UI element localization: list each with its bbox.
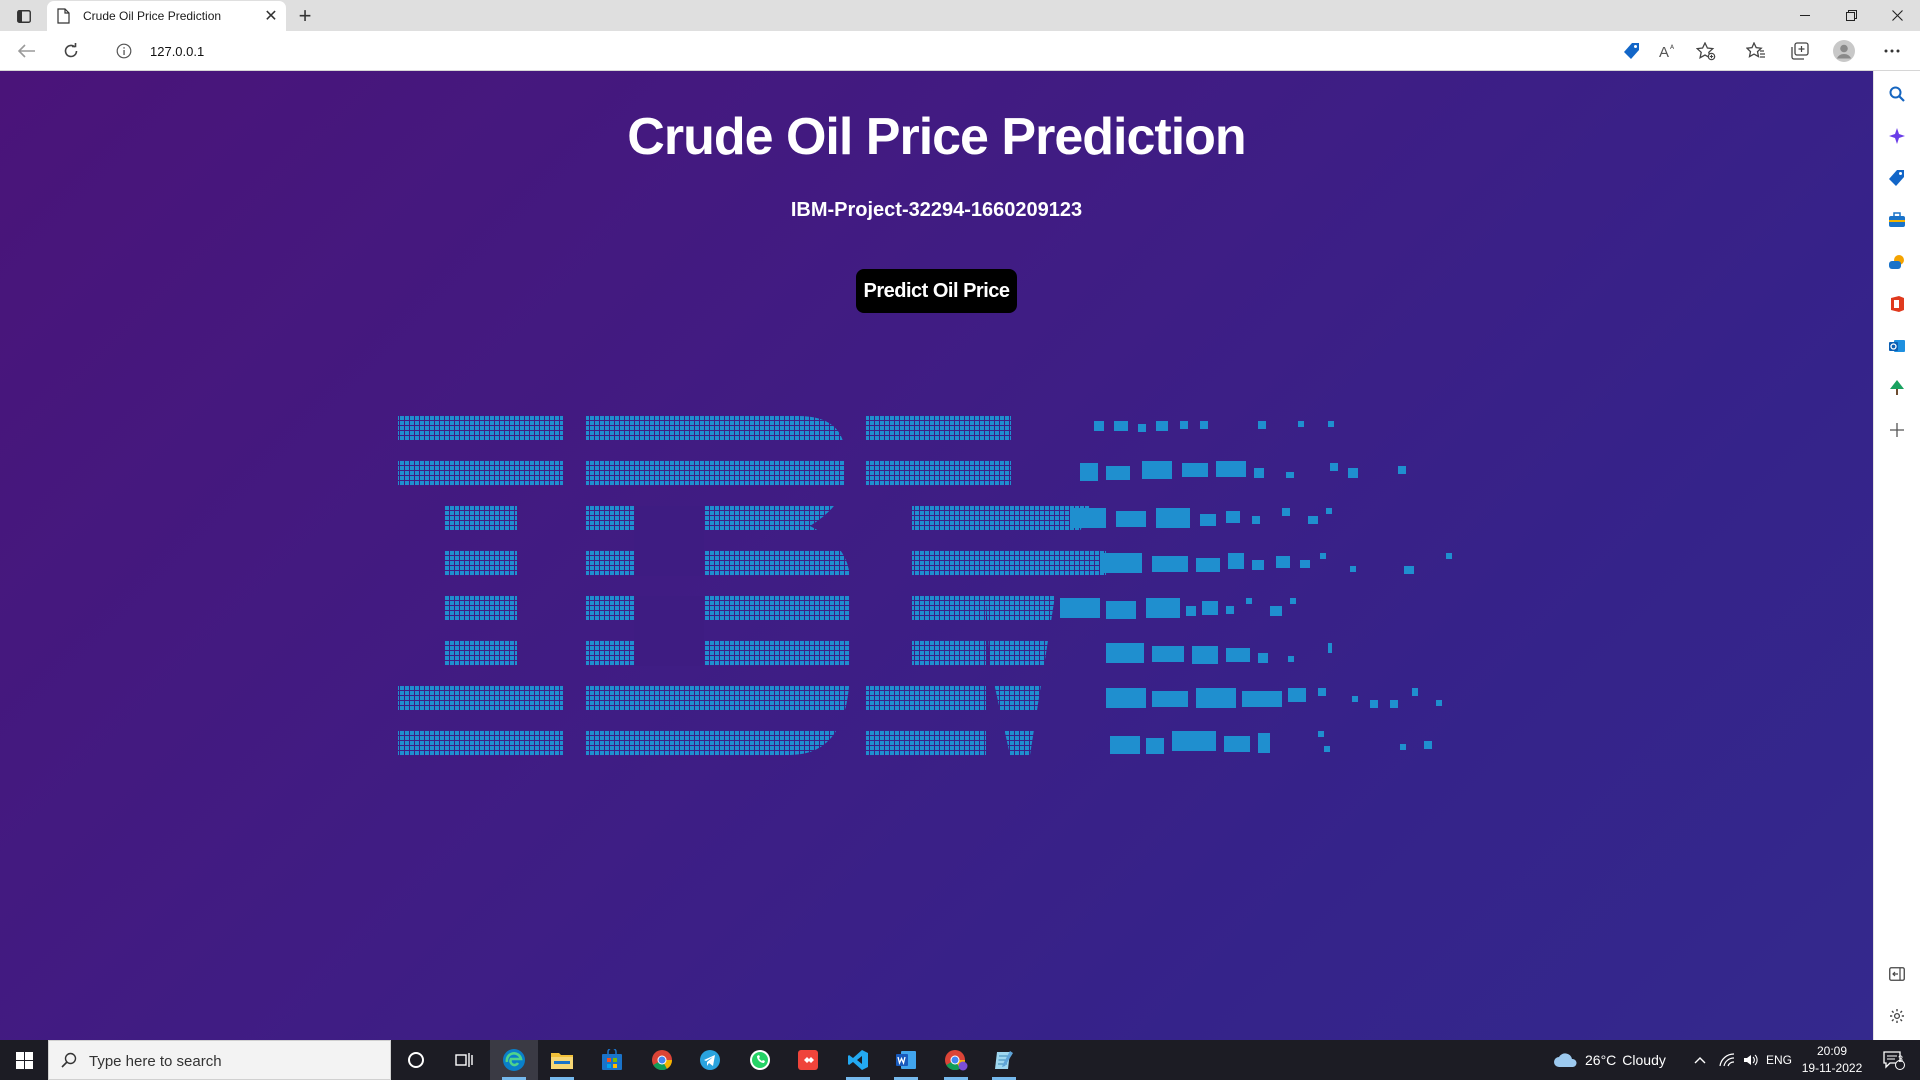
page-icon [57,8,70,24]
svg-text:A: A [1659,44,1669,59]
project-id: IBM-Project-32294-1660209123 [790,199,1083,221]
volume-icon[interactable] [1740,1040,1762,1080]
edge-icon[interactable] [490,1040,538,1080]
chrome-icon[interactable] [638,1040,686,1080]
weather-temp: 26°C [1585,1052,1617,1068]
network-icon[interactable] [1716,1040,1738,1080]
tab-strip: Crude Oil Price Prediction ✕ + [0,0,1920,31]
address-bar[interactable]: 127.0.0.1 [100,36,1730,66]
back-icon[interactable] [12,37,42,65]
file-explorer-icon[interactable] [538,1040,586,1080]
notification-count: 3 [1898,1054,1904,1064]
settings-icon[interactable] [1884,1003,1910,1029]
svg-text:ᴬ: ᴬ [1669,43,1675,53]
sidebar-toggle-icon[interactable] [1884,961,1910,987]
vscode-icon[interactable] [834,1040,882,1080]
search-placeholder: Type here to search [89,1053,222,1070]
tab-title: Crude Oil Price Prediction [83,9,222,23]
edge-sidebar [1873,71,1920,1040]
weather-condition: Cloudy [1622,1052,1666,1068]
telegram-icon[interactable] [686,1040,734,1080]
chevron-up-icon[interactable] [1690,1040,1710,1080]
desktop: Crude Oil Price Prediction ✕ + 127.0.0.1 [0,0,1920,1080]
collections-icon[interactable] [1786,38,1814,64]
word-icon[interactable] [882,1040,930,1080]
copilot-icon[interactable] [1884,123,1910,149]
new-tab-icon[interactable]: + [292,3,318,28]
cortana-icon[interactable] [392,1040,440,1080]
minimize-icon[interactable] [1782,0,1828,31]
shopping-icon[interactable] [1884,165,1910,191]
games-icon[interactable] [1884,249,1910,275]
weather-widget[interactable]: 26°C Cloudy [1553,1040,1666,1080]
language-indicator[interactable]: ENG [1766,1040,1792,1080]
browser-tab[interactable]: Crude Oil Price Prediction ✕ [47,1,286,31]
clock-date: 19-11-2022 [1801,1061,1863,1075]
more-options-icon[interactable] [1878,38,1906,64]
tree-icon[interactable] [1884,375,1910,401]
close-tab-icon[interactable]: ✕ [262,7,280,25]
cloud-icon [1553,1052,1579,1068]
profile-icon[interactable] [1830,38,1858,64]
office-icon[interactable] [1884,291,1910,317]
windows-start-icon[interactable] [0,1040,48,1080]
site-info-icon[interactable] [116,43,132,59]
chrome-profile-icon[interactable] [932,1040,980,1080]
whatsapp-icon[interactable] [736,1040,784,1080]
system-clock[interactable]: 20:09 19-11-2022 [1796,1043,1868,1077]
tools-icon[interactable] [1884,207,1910,233]
store-icon[interactable] [588,1040,636,1080]
favorite-add-icon[interactable] [1692,38,1720,64]
taskbar: Type here to search 26°C Cloudy ENG 20:0… [0,1040,1920,1080]
predict-oil-price-button[interactable]: Predict Oil Price [856,269,1017,313]
taskbar-search[interactable]: Type here to search [48,1040,391,1080]
url-text: 127.0.0.1 [150,44,205,59]
anydesk-icon[interactable] [784,1040,832,1080]
restore-icon[interactable] [1828,0,1874,31]
page-title: Crude Oil Price Prediction [627,108,1246,166]
outlook-icon[interactable] [1884,333,1910,359]
add-icon[interactable] [1884,417,1910,443]
tab-actions-icon[interactable] [10,5,37,27]
ibm-logo [398,416,1452,755]
task-view-icon[interactable] [440,1040,488,1080]
page-content: Crude Oil Price Prediction IBM-Project-3… [0,71,1873,1040]
refresh-icon[interactable] [56,37,86,65]
search-icon [61,1052,77,1068]
coupon-icon[interactable] [1618,38,1646,64]
read-aloud-icon[interactable]: Aᴬ [1655,38,1683,64]
notification-icon[interactable]: 3 [1874,1040,1914,1080]
search-icon[interactable] [1884,81,1910,107]
clock-time: 20:09 [1816,1044,1848,1058]
notepad-icon[interactable] [980,1040,1028,1080]
browser-toolbar: 127.0.0.1 Aᴬ [0,31,1920,71]
close-window-icon[interactable] [1874,0,1920,31]
favorites-icon[interactable] [1742,38,1770,64]
